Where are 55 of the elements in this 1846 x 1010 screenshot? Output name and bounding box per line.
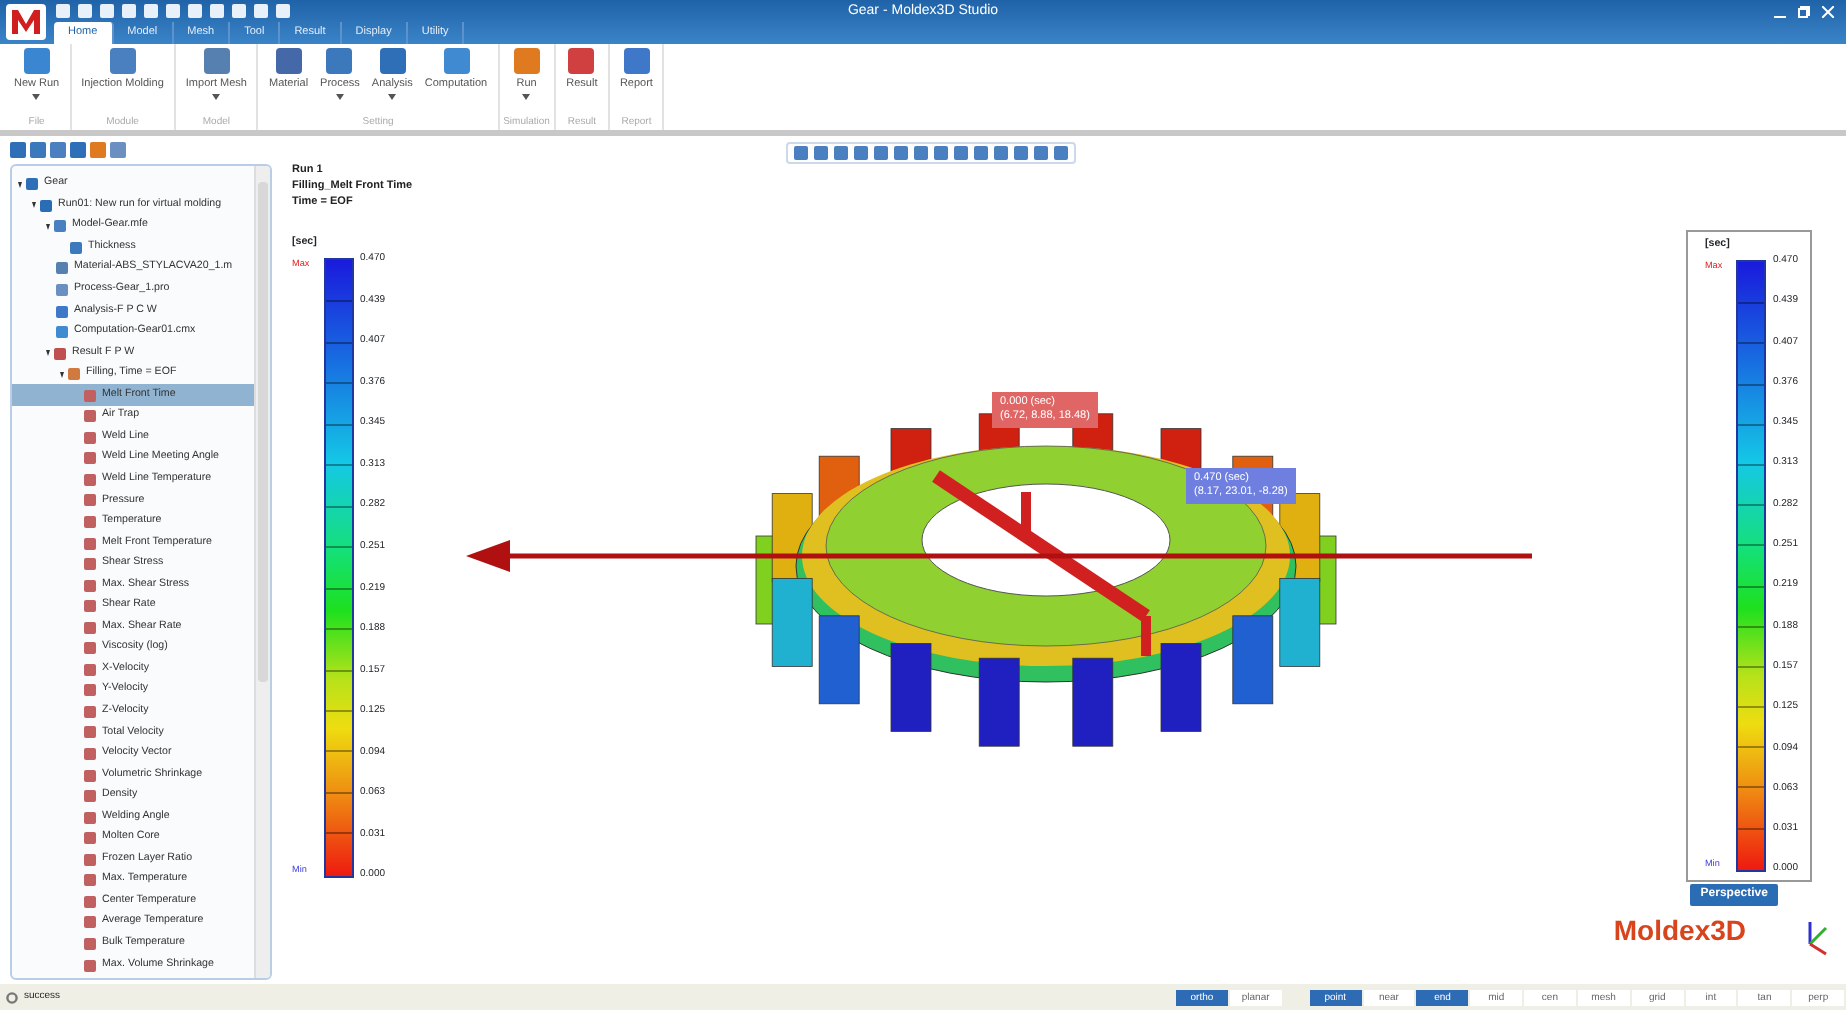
node-icon [84, 726, 96, 739]
brand-logo: Moldex3D [1613, 912, 1746, 950]
node-icon [84, 516, 96, 529]
node-icon [84, 600, 96, 613]
node-icon [26, 178, 38, 191]
app-logo[interactable] [6, 4, 46, 40]
node-icon [56, 326, 68, 339]
node-icon [84, 621, 96, 634]
node-icon [56, 284, 68, 296]
node-icon [54, 347, 66, 360]
node-icon [84, 452, 96, 465]
node-icon [84, 663, 96, 676]
node-icon [84, 473, 96, 486]
close-icon[interactable] [1822, 6, 1834, 18]
node-icon [70, 241, 82, 254]
report-icon [623, 48, 650, 74]
material-icon [275, 48, 302, 74]
node-icon [84, 389, 96, 402]
node-icon [84, 748, 96, 761]
node-icon [68, 368, 80, 381]
node-icon [84, 705, 96, 718]
node-icon [84, 832, 96, 845]
process-icon [326, 48, 353, 74]
node-icon [84, 410, 96, 423]
gear-icon [6, 991, 18, 1003]
computation-icon [443, 48, 469, 74]
node-icon [84, 494, 96, 507]
node-icon [56, 262, 68, 275]
node-icon [84, 642, 96, 655]
node-icon [84, 579, 96, 592]
mesh-icon [203, 48, 230, 74]
node-icon [84, 895, 96, 908]
analysis-icon [379, 48, 406, 74]
module-icon [109, 48, 136, 74]
node-icon [54, 220, 66, 233]
newrun-icon [23, 48, 50, 74]
node-icon [84, 811, 96, 824]
node-icon [84, 431, 96, 444]
node-icon [40, 199, 52, 212]
node-icon [84, 853, 96, 866]
node-icon [84, 937, 96, 950]
node-icon [84, 959, 96, 971]
run-icon [513, 48, 540, 74]
node-icon [84, 684, 96, 697]
result-icon [568, 48, 595, 74]
restore-icon[interactable] [1798, 6, 1810, 18]
node-icon [84, 874, 96, 887]
node-icon [84, 769, 96, 782]
node-icon [84, 558, 96, 571]
scrollbar[interactable] [254, 166, 270, 978]
node-icon [84, 537, 96, 550]
node-icon [84, 790, 96, 803]
node-icon [56, 305, 68, 318]
node-icon [84, 916, 96, 929]
gear-model-drawing[interactable] [755, 413, 1337, 747]
